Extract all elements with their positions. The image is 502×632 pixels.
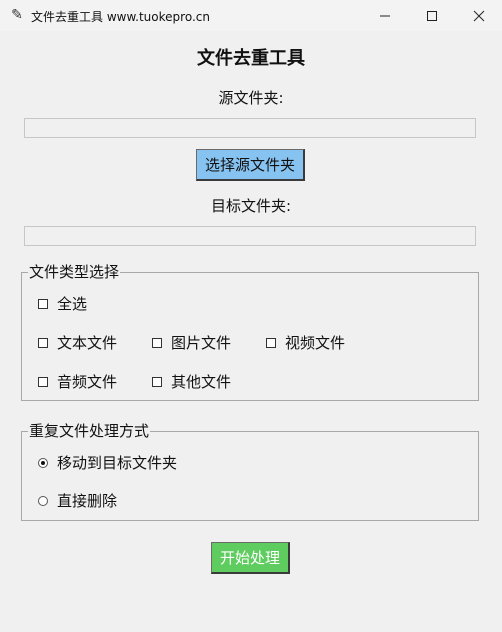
target-folder-label: 目标文件夹: xyxy=(210,197,292,215)
source-folder-label: 源文件夹: xyxy=(218,89,284,107)
checkbox-label: 音频文件 xyxy=(57,373,118,391)
checkbox-box[interactable] xyxy=(38,376,48,387)
checkbox-image-files[interactable]: 图片文件 xyxy=(152,332,231,353)
duplicate-mode-group: 重复文件处理方式 移动到目标文件夹 直接删除 xyxy=(21,422,479,521)
checkbox-box[interactable] xyxy=(38,337,48,348)
radio-label: 移动到目标文件夹 xyxy=(57,454,178,472)
checkbox-box[interactable] xyxy=(152,376,162,387)
start-processing-button[interactable]: 开始处理 xyxy=(211,542,290,574)
checkbox-box[interactable] xyxy=(38,298,48,309)
checkbox-audio-files[interactable]: 音频文件 xyxy=(38,371,117,392)
checkbox-video-files[interactable]: 视频文件 xyxy=(266,332,345,353)
duplicate-mode-legend: 重复文件处理方式 xyxy=(28,422,151,440)
minimize-button[interactable] xyxy=(362,0,408,31)
maximize-icon xyxy=(427,10,437,21)
checkbox-label: 视频文件 xyxy=(285,334,346,352)
feather-icon: ✎ xyxy=(11,7,23,23)
target-folder-input[interactable] xyxy=(24,226,476,246)
maximize-button[interactable] xyxy=(409,0,455,31)
window-title: 文件去重工具 www.tuokepro.cn xyxy=(31,10,210,24)
radio-button[interactable] xyxy=(38,457,48,468)
radio-move-to-target[interactable]: 移动到目标文件夹 xyxy=(38,452,177,473)
radio-delete-directly[interactable]: 直接删除 xyxy=(38,490,117,511)
close-icon xyxy=(473,10,485,21)
radio-button[interactable] xyxy=(38,495,48,506)
checkbox-select-all[interactable]: 全选 xyxy=(38,293,87,314)
checkbox-other-files[interactable]: 其他文件 xyxy=(152,371,231,392)
close-button[interactable] xyxy=(456,0,502,31)
title-bar: ✎ 文件去重工具 www.tuokepro.cn xyxy=(0,0,502,31)
radio-selected-dot xyxy=(41,460,45,465)
source-folder-input[interactable] xyxy=(24,118,476,138)
checkbox-label: 全选 xyxy=(57,295,88,313)
page-title: 文件去重工具 xyxy=(197,48,305,69)
checkbox-label: 其他文件 xyxy=(171,373,232,391)
minimize-icon xyxy=(380,15,390,16)
checkbox-label: 文本文件 xyxy=(57,334,118,352)
file-type-group: 文件类型选择 全选 文本文件 图片文件 视频文件 音频文件 其他文件 xyxy=(21,263,479,401)
choose-source-folder-button[interactable]: 选择源文件夹 xyxy=(196,149,305,181)
file-type-legend: 文件类型选择 xyxy=(28,263,121,281)
checkbox-text-files[interactable]: 文本文件 xyxy=(38,332,117,353)
radio-label: 直接删除 xyxy=(57,492,118,510)
checkbox-box[interactable] xyxy=(152,337,162,348)
checkbox-label: 图片文件 xyxy=(171,334,232,352)
checkbox-box[interactable] xyxy=(266,337,276,348)
